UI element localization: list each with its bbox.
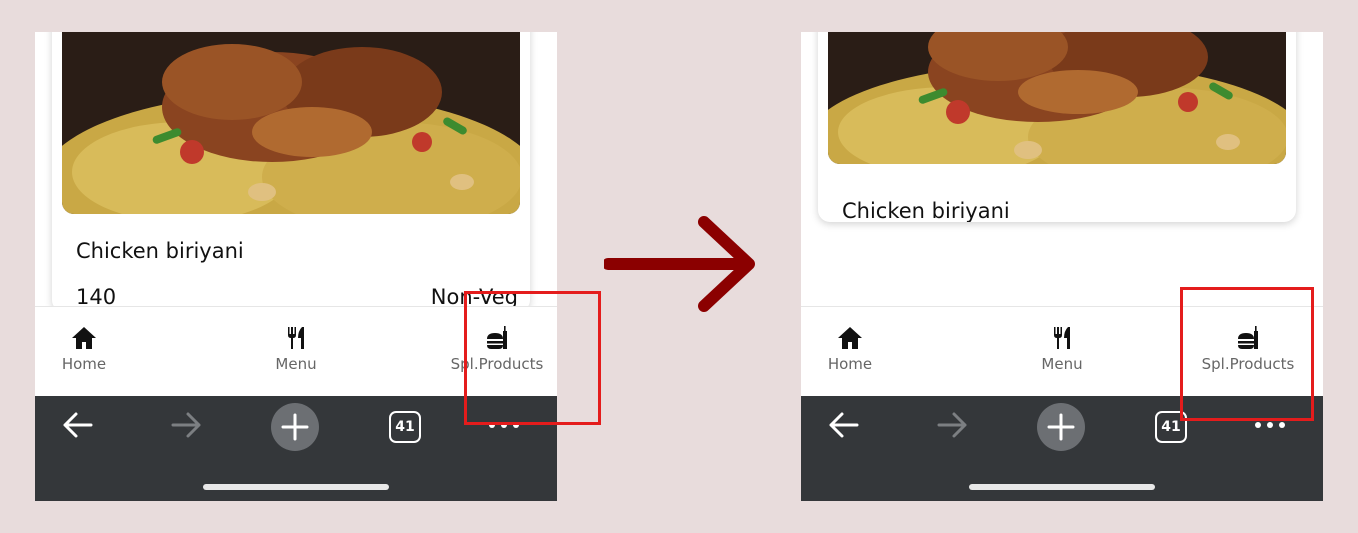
highlight-box-right [1180, 287, 1314, 421]
right-phone-screen: Chicken biriyani 140 Non-Veg Home Menu [801, 32, 1323, 501]
back-arrow-icon[interactable] [61, 410, 95, 440]
dish-image [828, 32, 1286, 164]
back-arrow-icon[interactable] [827, 410, 861, 440]
fork-knife-icon [288, 327, 304, 349]
dish-name: Chicken biriyani [842, 199, 1010, 222]
tab-menu[interactable]: Menu [992, 325, 1132, 373]
home-indicator [203, 484, 389, 490]
tab-menu[interactable]: Menu [226, 325, 366, 373]
dish-card[interactable]: Chicken biriyani 140 Non-Veg [818, 32, 1296, 222]
tab-menu-label: Menu [275, 355, 317, 373]
tab-home[interactable]: Home [801, 325, 920, 373]
dish-image [62, 32, 520, 214]
new-tab-button[interactable] [1037, 403, 1085, 451]
tab-count-button[interactable]: 41 [389, 411, 421, 443]
left-phone-screen: Chicken biriyani 140 Non-Veg Home Menu S… [35, 32, 557, 501]
dish-card[interactable]: Chicken biriyani 140 Non-Veg [52, 32, 530, 312]
forward-arrow-icon[interactable] [935, 410, 969, 440]
home-icon [72, 327, 96, 349]
transition-arrow-icon [604, 216, 755, 312]
tab-home-label: Home [827, 355, 873, 373]
highlight-box-left [464, 291, 601, 425]
plus-icon [281, 413, 309, 441]
fork-knife-icon [1054, 327, 1070, 349]
tab-home[interactable]: Home [35, 325, 154, 373]
dish-name: Chicken biriyani [76, 239, 244, 263]
tab-home-label: Home [61, 355, 107, 373]
new-tab-button[interactable] [271, 403, 319, 451]
forward-arrow-icon[interactable] [169, 410, 203, 440]
tab-menu-label: Menu [1041, 355, 1083, 373]
home-icon [838, 327, 862, 349]
plus-icon [1047, 413, 1075, 441]
home-indicator [969, 484, 1155, 490]
more-options-icon[interactable] [1253, 420, 1287, 430]
